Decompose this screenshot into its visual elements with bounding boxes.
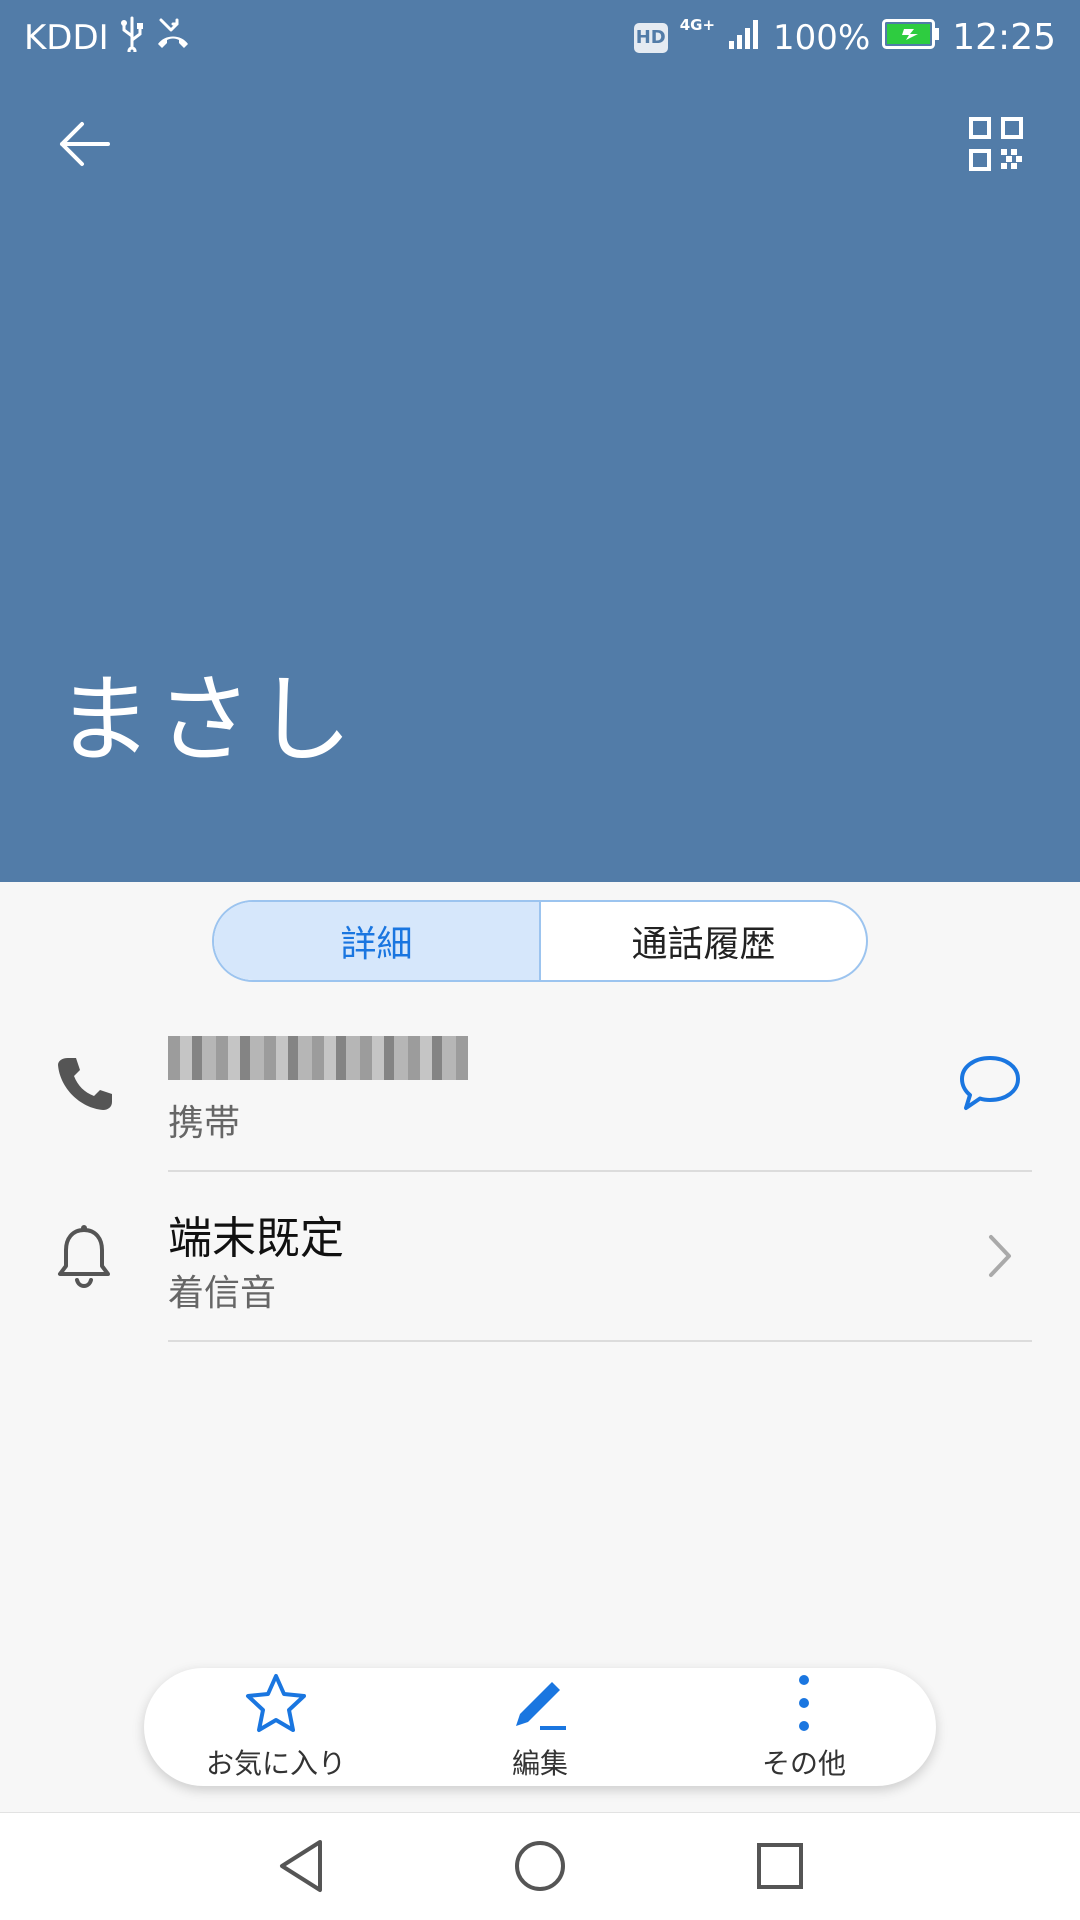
battery-charging-icon — [882, 18, 940, 58]
back-nav-icon — [276, 1838, 326, 1898]
edit-label: 編集 — [511, 1747, 568, 1780]
chevron-right-icon — [980, 1226, 1020, 1286]
divider — [168, 1340, 1032, 1342]
clock: 12:25 — [952, 17, 1056, 58]
qr-code-icon — [968, 116, 1024, 176]
hd-voice-icon: HD — [633, 23, 668, 53]
missed-call-icon — [155, 16, 191, 61]
home-nav-button[interactable] — [505, 1833, 575, 1903]
status-right: HD 4G+ 100% 12:25 — [633, 16, 1056, 60]
phone-number — [168, 1036, 468, 1080]
recents-nav-icon — [754, 1840, 806, 1896]
ringtone-value: 端末既定 — [168, 1213, 344, 1264]
detail-tabs: 詳細 通話履歴 — [212, 900, 868, 982]
usb-icon — [119, 16, 145, 61]
status-left: KDDI — [24, 16, 191, 60]
more-label: その他 — [761, 1747, 846, 1780]
favorite-label: お気に入り — [205, 1747, 346, 1780]
tab-call-history[interactable]: 通話履歴 — [541, 902, 866, 980]
message-button[interactable] — [950, 1050, 1030, 1122]
back-button[interactable] — [44, 106, 124, 186]
action-bar: お気に入り 編集 その他 — [144, 1668, 936, 1786]
back-arrow-icon — [54, 114, 114, 178]
qr-code-button[interactable] — [956, 106, 1036, 186]
phone-row[interactable] — [0, 1010, 1080, 1170]
phone-type-label: 携帯 — [168, 1103, 241, 1144]
status-bar: KDDI HD 4G+ 100% 12:25 — [0, 0, 1080, 76]
back-nav-button[interactable] — [266, 1833, 336, 1903]
contact-detail-screen: KDDI HD 4G+ 100% 12:25 まさし 詳細 通話履歴 携帯 端末… — [0, 0, 1080, 1920]
carrier-name: KDDI — [24, 18, 109, 58]
network-type: 4G+ — [679, 16, 716, 34]
recents-nav-button[interactable] — [745, 1833, 815, 1903]
signal-icon — [727, 17, 761, 60]
phone-icon — [50, 1050, 118, 1118]
contact-header: KDDI HD 4G+ 100% 12:25 まさし — [0, 0, 1080, 882]
edit-button[interactable]: 編集 — [408, 1668, 672, 1786]
ringtone-label: 着信音 — [168, 1273, 277, 1314]
system-nav-bar — [0, 1812, 1080, 1920]
ringtone-row[interactable]: 端末既定 着信音 — [0, 1172, 1080, 1340]
home-nav-icon — [512, 1838, 568, 1898]
favorite-button[interactable]: お気に入り — [144, 1668, 408, 1786]
contact-name: まさし — [56, 664, 356, 776]
bell-icon — [50, 1222, 118, 1290]
battery-percent: 100% — [773, 18, 871, 58]
more-button[interactable]: その他 — [672, 1668, 936, 1786]
more-vertical-icon — [772, 1672, 836, 1738]
tab-details[interactable]: 詳細 — [214, 902, 541, 980]
edit-icon — [508, 1672, 572, 1738]
star-icon — [244, 1672, 308, 1738]
message-icon — [958, 1054, 1022, 1118]
